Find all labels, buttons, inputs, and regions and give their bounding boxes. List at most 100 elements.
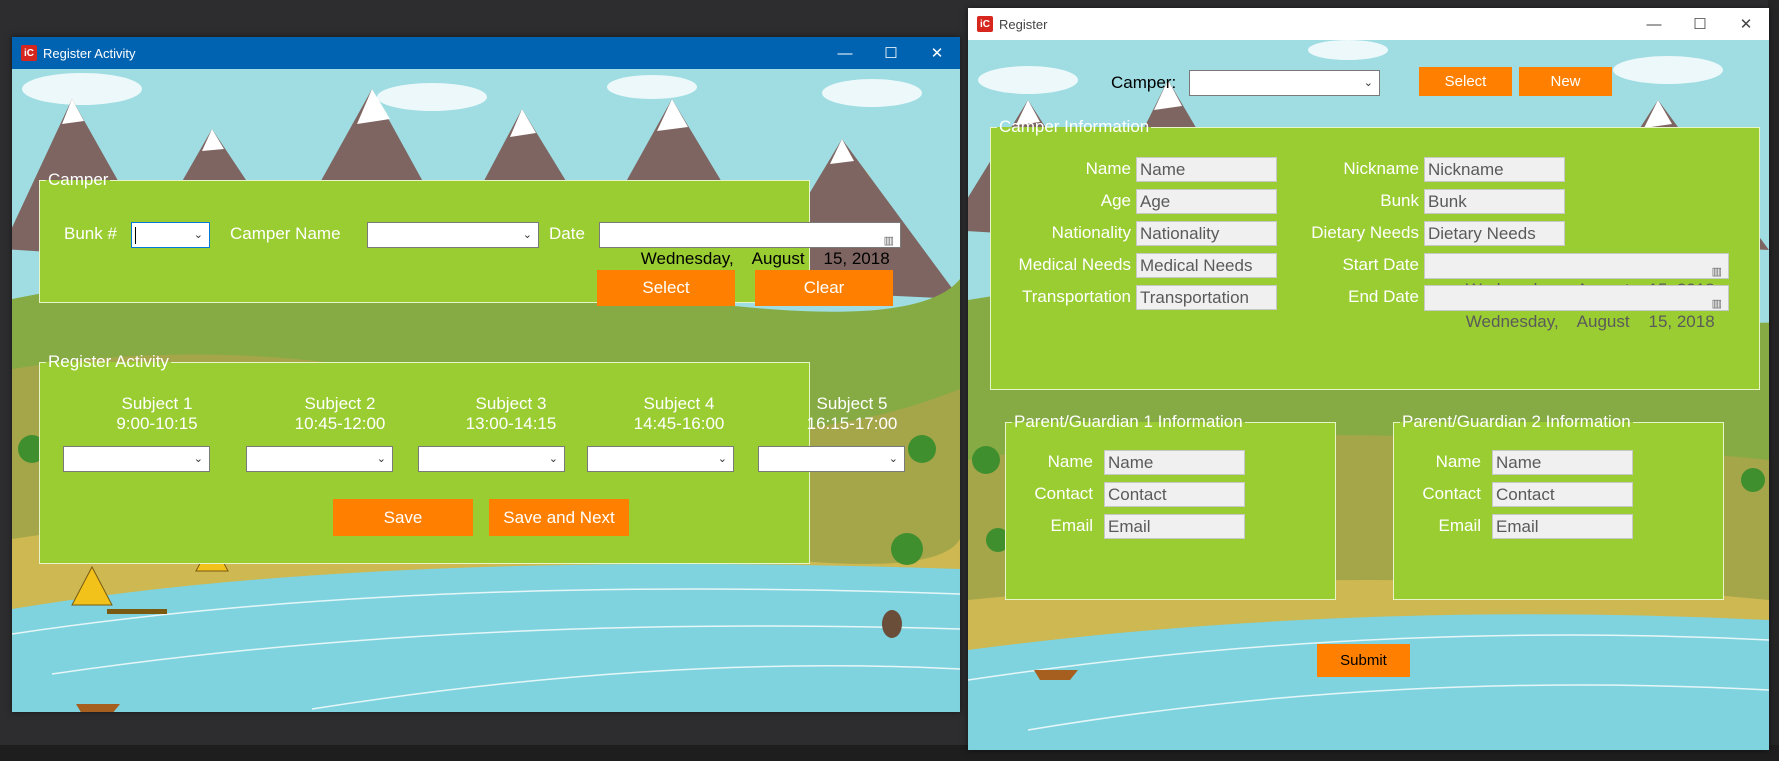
parent1-contact-field[interactable]: Contact (1104, 482, 1245, 507)
subject-1-combo[interactable]: ⌄ (63, 446, 210, 472)
start-date-picker[interactable]: Wednesday, August 15, 2018 ▥ (1424, 253, 1729, 299)
name-field[interactable]: Name (1136, 157, 1277, 182)
select-button[interactable]: Select (1419, 67, 1512, 96)
window-title: Register Activity (43, 45, 136, 61)
medical-needs-field[interactable]: Medical Needs (1136, 253, 1277, 278)
calendar-icon[interactable]: ▥ (1712, 260, 1722, 284)
bunk-combo[interactable]: ⌄ (131, 222, 210, 248)
chevron-down-icon[interactable]: ⌄ (523, 228, 532, 241)
parent2-name-field[interactable]: Name (1492, 450, 1633, 475)
save-button[interactable]: Save (333, 499, 473, 536)
subject-3-combo[interactable]: ⌄ (418, 446, 565, 472)
minimize-button[interactable]: — (822, 37, 868, 69)
register-activity-group: Register Activity Subject 1 9:00-10:15 S… (39, 352, 905, 564)
subject-1-name: Subject 1 (121, 394, 193, 413)
age-field[interactable]: Age (1136, 189, 1277, 214)
close-button[interactable]: ✕ (914, 37, 960, 69)
parent1-contact-label: Contact (1034, 484, 1093, 503)
register-window: iC Register — ☐ ✕ Camper: ⌄ Select New C… (968, 8, 1769, 750)
age-label: Age (1100, 191, 1131, 210)
title-bar[interactable]: iC Register Activity — ☐ ✕ (12, 37, 960, 69)
camper-information-group: Camper Information Name Name Age Age Nat… (990, 117, 1760, 390)
subject-4-combo[interactable]: ⌄ (587, 446, 734, 472)
parent2-name-label: Name (1435, 452, 1481, 471)
bunk-label: Bunk (1380, 191, 1419, 210)
medical-needs-label: Medical Needs (1018, 255, 1131, 274)
parent-guardian-2-legend: Parent/Guardian 2 Information (1402, 412, 1631, 431)
chevron-down-icon[interactable]: ⌄ (889, 452, 898, 465)
parent2-contact-label: Contact (1422, 484, 1481, 503)
bunk-field[interactable]: Bunk (1424, 189, 1565, 214)
subject-5-combo[interactable]: ⌄ (758, 446, 905, 472)
maximize-button[interactable]: ☐ (868, 37, 914, 69)
date-value: Wednesday, August 15, 2018 (640, 249, 890, 268)
save-and-next-button[interactable]: Save and Next (489, 499, 629, 536)
text-cursor (135, 227, 136, 244)
name-label: Name (1085, 159, 1131, 178)
subject-5-name: Subject 5 (816, 394, 888, 413)
chevron-down-icon[interactable]: ⌄ (194, 228, 203, 241)
register-activity-legend: Register Activity (48, 352, 169, 371)
register-activity-window: iC Register Activity — ☐ ✕ Camper Bunk #… (12, 37, 960, 712)
bunk-label: Bunk # (64, 224, 117, 243)
nationality-label: Nationality (1051, 223, 1131, 242)
minimize-button[interactable]: — (1631, 8, 1677, 40)
end-date-picker[interactable]: Wednesday, August 15, 2018 ▥ (1424, 285, 1729, 331)
parent-guardian-1-group: Parent/Guardian 1 Information Name Name … (1005, 412, 1336, 600)
app-icon: iC (977, 16, 993, 32)
chevron-down-icon[interactable]: ⌄ (549, 452, 558, 465)
chevron-down-icon[interactable]: ⌄ (1364, 76, 1373, 89)
window-title: Register (999, 16, 1048, 32)
parent1-name-label: Name (1047, 452, 1093, 471)
client-area: Camper: ⌄ Select New Camper Information … (968, 40, 1769, 750)
nationality-field[interactable]: Nationality (1136, 221, 1277, 246)
parent1-email-label: Email (1050, 516, 1093, 535)
submit-button[interactable]: Submit (1317, 644, 1410, 677)
app-icon: iC (21, 45, 37, 61)
transportation-label: Transportation (1022, 287, 1131, 306)
camper-combo[interactable]: ⌄ (1189, 70, 1380, 96)
parent-guardian-2-group: Parent/Guardian 2 Information Name Name … (1393, 412, 1724, 600)
dietary-needs-field[interactable]: Dietary Needs (1424, 221, 1565, 246)
chevron-down-icon[interactable]: ⌄ (718, 452, 727, 465)
transportation-field[interactable]: Transportation (1136, 285, 1277, 310)
subject-3-name: Subject 3 (475, 394, 547, 413)
subject-1-time: 9:00-10:15 (116, 414, 198, 433)
nickname-field[interactable]: Nickname (1424, 157, 1565, 182)
calendar-icon[interactable]: ▥ (1712, 292, 1722, 316)
chevron-down-icon[interactable]: ⌄ (377, 452, 386, 465)
calendar-icon[interactable]: ▥ (884, 229, 894, 253)
camper-name-combo[interactable]: ⌄ (367, 222, 539, 248)
chevron-down-icon[interactable]: ⌄ (194, 452, 203, 465)
camper-label: Camper: (1111, 73, 1177, 92)
subject-3-time: 13:00-14:15 (465, 414, 557, 433)
end-date-value: Wednesday, August 15, 2018 (1465, 312, 1715, 331)
client-area: Camper Bunk # ⌄ Camper Name ⌄ Date Wedne… (12, 69, 960, 712)
clear-button[interactable]: Clear (755, 270, 893, 306)
parent2-email-label: Email (1438, 516, 1481, 535)
parent-guardian-1-legend: Parent/Guardian 1 Information (1014, 412, 1243, 431)
maximize-button[interactable]: ☐ (1677, 8, 1723, 40)
parent2-email-field[interactable]: Email (1492, 514, 1633, 539)
parent2-contact-field[interactable]: Contact (1492, 482, 1633, 507)
camper-name-label: Camper Name (230, 224, 341, 243)
camper-group: Camper Bunk # ⌄ Camper Name ⌄ Date Wedne… (39, 171, 901, 306)
start-date-label: Start Date (1342, 255, 1419, 274)
date-picker[interactable]: Wednesday, August 15, 2018 ▥ (599, 222, 901, 268)
parent1-name-field[interactable]: Name (1104, 450, 1245, 475)
parent1-email-field[interactable]: Email (1104, 514, 1245, 539)
dietary-needs-label: Dietary Needs (1311, 223, 1419, 242)
close-button[interactable]: ✕ (1723, 8, 1769, 40)
camper-information-legend: Camper Information (999, 117, 1150, 136)
subject-4-time: 14:45-16:00 (633, 414, 725, 433)
title-bar[interactable]: iC Register — ☐ ✕ (968, 8, 1769, 40)
subject-2-name: Subject 2 (304, 394, 376, 413)
nickname-label: Nickname (1343, 159, 1419, 178)
subject-2-combo[interactable]: ⌄ (246, 446, 393, 472)
subject-4-name: Subject 4 (643, 394, 715, 413)
select-button[interactable]: Select (597, 270, 735, 306)
new-button[interactable]: New (1519, 67, 1612, 96)
ide-side-panel (1768, 0, 1779, 761)
date-label: Date (549, 224, 585, 243)
subject-5-time: 16:15-17:00 (806, 414, 898, 433)
